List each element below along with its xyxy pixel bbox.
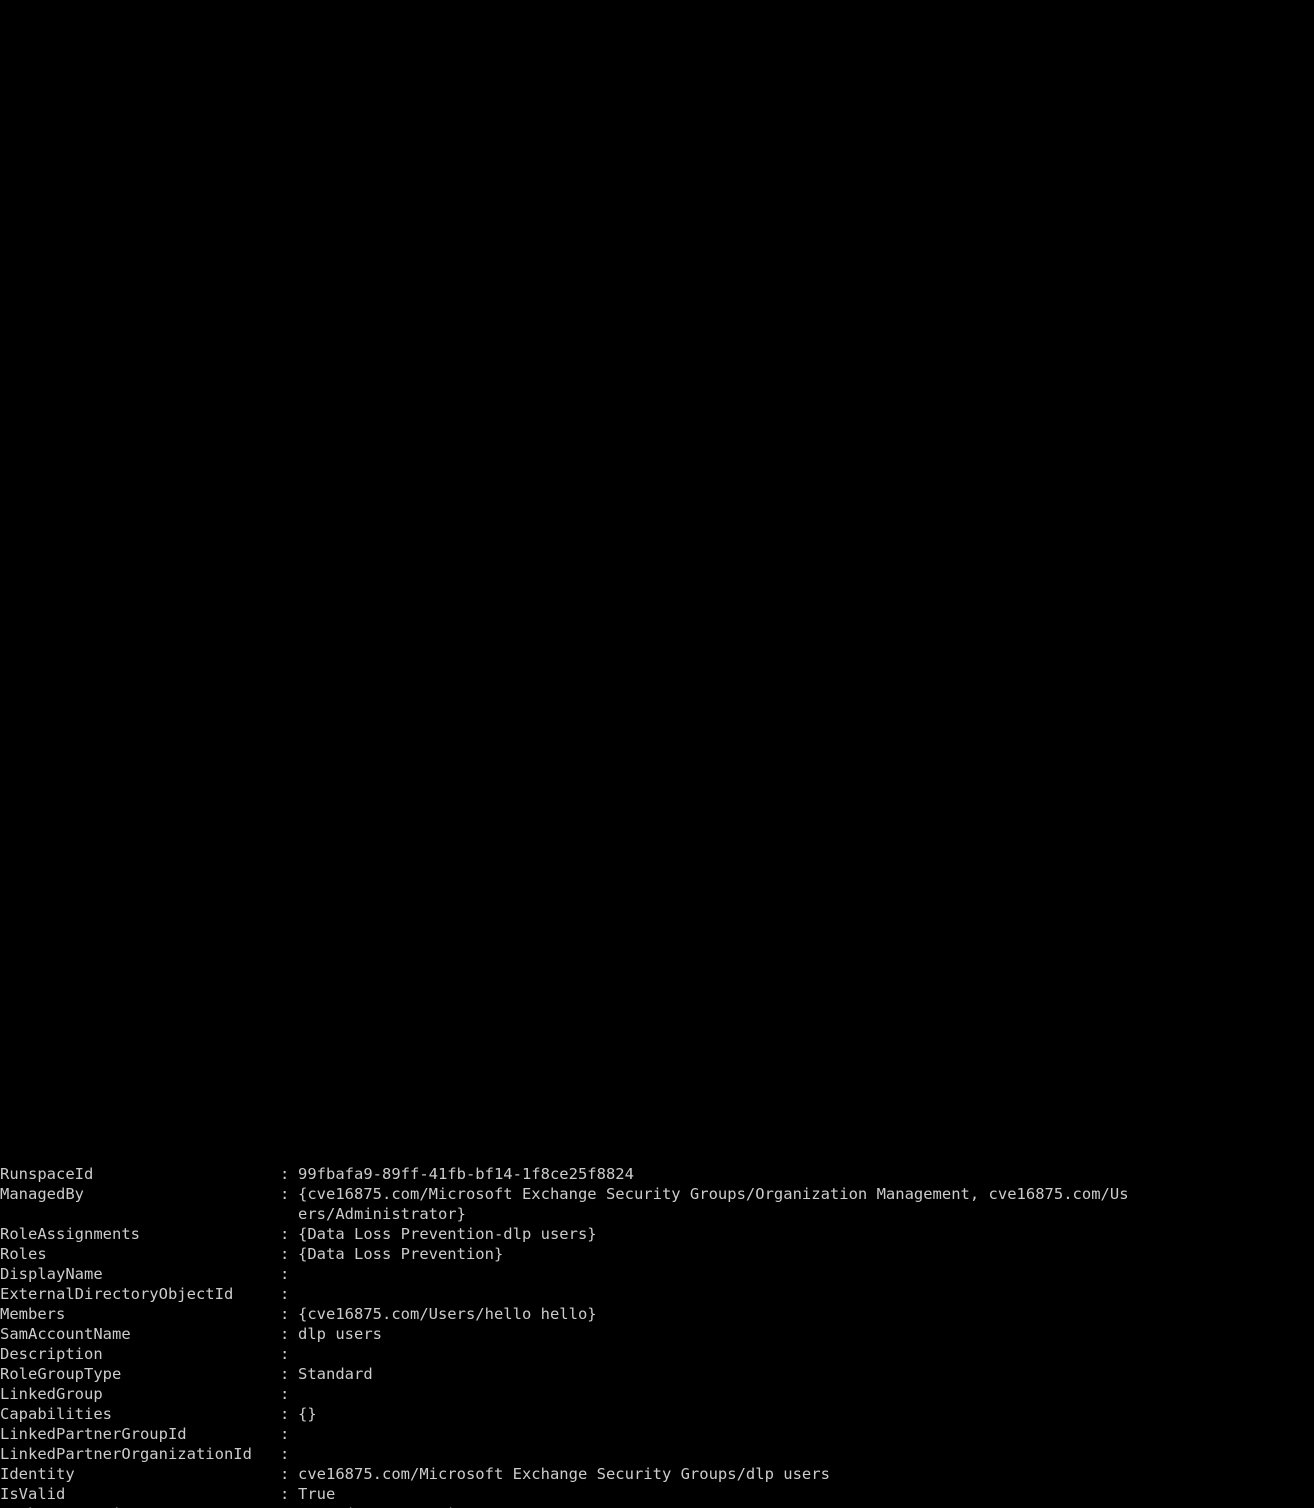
property-separator: : xyxy=(280,1465,290,1483)
property-value: dlp users xyxy=(298,1325,382,1343)
format-list-row: IsValid: True xyxy=(0,1484,1314,1504)
property-label: IsValid xyxy=(0,1485,66,1503)
property-label: RoleAssignments xyxy=(0,1225,140,1243)
property-separator: : xyxy=(280,1365,290,1383)
property-separator: : xyxy=(280,1225,290,1243)
property-label: SamAccountName xyxy=(0,1325,131,1343)
powershell-console[interactable]: [PS] C:\Windows\system32>New-RoleGroup -… xyxy=(0,0,1314,1508)
property-value: True xyxy=(298,1485,336,1503)
property-value-continued: ers/Administrator} xyxy=(298,1205,466,1223)
command-line-1[interactable]: [PS] C:\Windows\system32>New-RoleGroup -… xyxy=(0,84,1314,104)
property-value: {} xyxy=(298,1405,317,1423)
property-separator: : xyxy=(280,1245,290,1263)
property-label: Members xyxy=(0,1305,66,1323)
property-value: {Data Loss Prevention-dlp users} xyxy=(298,1225,597,1243)
format-list-row: RoleGroupType: Standard xyxy=(0,1364,1314,1384)
property-label: ExchangeVersion xyxy=(0,1504,280,1508)
property-label: Capabilities xyxy=(0,1405,112,1423)
table-row-wrap: nization Management, cve16875.com/Users/… xyxy=(0,564,1314,584)
property-label: LinkedGroup xyxy=(0,1385,103,1403)
format-list-row: LinkedPartnerOrganizationId: xyxy=(0,1444,1314,1464)
format-list-row: ManagedBy: {cve16875.com/Microsoft Exchan… xyxy=(0,1184,1314,1204)
property-value: {cve16875.com/Users/hello hello} xyxy=(298,1305,597,1323)
format-list-row: Capabilities: {} xyxy=(0,1404,1314,1424)
property-label: ExternalDirectoryObjectId xyxy=(0,1285,234,1303)
property-separator: : xyxy=(280,1305,290,1323)
property-separator: : xyxy=(280,1385,290,1403)
format-list-row: Members: {cve16875.com/Users/hello hello} xyxy=(0,1304,1314,1324)
property-value: {cve16875.com/Microsoft Exchange Securit… xyxy=(298,1185,1129,1203)
format-list-row: LinkedPartnerGroupId: xyxy=(0,1424,1314,1444)
property-label: DisplayName xyxy=(0,1265,103,1283)
status-line-1: 正在创建新会话来隐式远程处理“New-RoleGroup”命令... xyxy=(0,144,1314,164)
property-separator: : xyxy=(280,1485,290,1503)
property-label: RoleGroupType xyxy=(0,1365,122,1383)
format-list-row: ExchangeVersion:0.10 (14.0.100.0) xyxy=(0,1504,1314,1508)
property-label: Roles xyxy=(0,1245,47,1263)
property-label: Description xyxy=(0,1345,103,1363)
property-label: LinkedPartnerGroupId xyxy=(0,1425,187,1443)
property-separator: : xyxy=(280,1504,298,1508)
status-line-2: 正在创建新会话来隐式远程处理“Get-RoleGroup”命令... xyxy=(0,924,1314,944)
property-value: 0.10 (14.0.100.0) xyxy=(298,1505,457,1508)
format-list-row: Identity: cve16875.com/Microsoft Exchange… xyxy=(0,1464,1314,1484)
format-list-row: ExternalDirectoryObjectId: xyxy=(0,1284,1314,1304)
table-row: dlp users{Data Loss Prevention}{Data Los… xyxy=(0,504,1314,524)
property-separator: : xyxy=(280,1345,290,1363)
property-label: ManagedBy xyxy=(0,1185,84,1203)
property-value: 99fbafa9-89ff-41fb-bf14-1f8ce25f8824 xyxy=(298,1165,634,1183)
command-line-2[interactable]: [PS] C:\Windows\system32>Get-RoleGroup “… xyxy=(0,864,1314,884)
property-separator: : xyxy=(280,1325,290,1343)
format-list-row-wrap: ers/Administrator} xyxy=(0,1204,1314,1224)
property-value: Standard xyxy=(298,1365,373,1383)
format-list-output: RunspaceId:99fbafa9-89ff-41fb-bf14-1f8ce… xyxy=(0,1164,1314,1508)
format-list-row: Roles: {Data Loss Prevention} xyxy=(0,1244,1314,1264)
format-list-row: DisplayName: xyxy=(0,1264,1314,1284)
format-list-row: Description: xyxy=(0,1344,1314,1364)
table-header-row: NameAssignedRolesRoleAssignmentsManagedB… xyxy=(0,384,1314,404)
table-underline-row: ----------------------------------------… xyxy=(0,444,1314,464)
property-separator: : xyxy=(280,1425,290,1443)
property-separator: : xyxy=(280,1185,290,1203)
format-list-row: SamAccountName: dlp users xyxy=(0,1324,1314,1344)
format-list-row: LinkedGroup: xyxy=(0,1384,1314,1404)
property-separator: : xyxy=(280,1445,290,1463)
table-row-wrap: } xyxy=(0,624,1314,644)
property-label: LinkedPartnerOrganizationId xyxy=(0,1445,252,1463)
property-separator: : xyxy=(280,1165,290,1183)
format-list-row: RoleAssignments: {Data Loss Prevention-dl… xyxy=(0,1224,1314,1244)
property-separator: : xyxy=(280,1265,290,1283)
property-label: RunspaceId xyxy=(0,1165,94,1183)
property-value: cve16875.com/Microsoft Exchange Security… xyxy=(298,1465,830,1483)
format-list-row: RunspaceId:99fbafa9-89ff-41fb-bf14-1f8ce… xyxy=(0,1164,1314,1184)
property-value: {Data Loss Prevention} xyxy=(298,1245,504,1263)
property-label: Identity xyxy=(0,1465,75,1483)
property-separator: : xyxy=(280,1405,290,1423)
property-separator: : xyxy=(280,1285,290,1303)
